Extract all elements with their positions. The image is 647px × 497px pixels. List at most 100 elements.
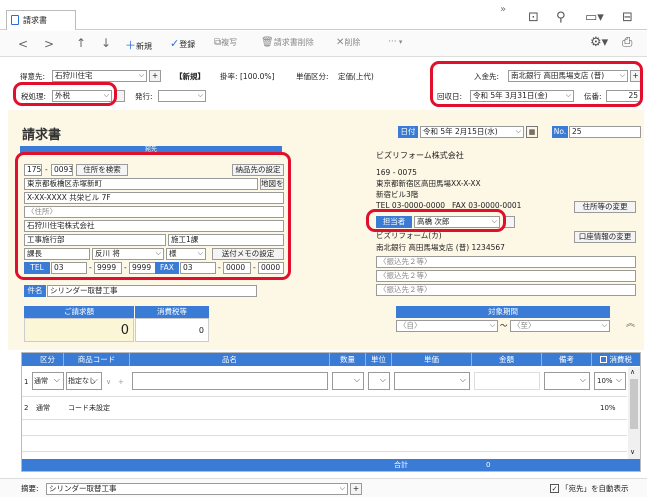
address2-input[interactable]: X-XX-XXXX 共栄ビル 7F	[24, 192, 284, 204]
fax-sep2: -	[253, 263, 256, 272]
address-change-button[interactable]: 住所等の変更	[574, 201, 636, 213]
row-tax-select[interactable]: 10%	[594, 372, 626, 390]
address3-input[interactable]: 〈住所〉	[24, 206, 284, 218]
issue-label: 発行:	[135, 92, 153, 101]
zip1-input[interactable]: 175	[24, 164, 42, 176]
rep-select[interactable]: 高橋 次郎	[414, 216, 500, 228]
row-code-minus[interactable]: ∨	[106, 377, 111, 387]
customer-select[interactable]: 石狩川住宅	[52, 70, 147, 82]
total-value: 0	[486, 461, 491, 469]
collect-date-select[interactable]: 令和 5年 3月31日(金)	[470, 90, 574, 102]
period-header: 対象期間	[396, 306, 610, 318]
window-menu-icon[interactable]: ▭▾	[585, 10, 604, 25]
print-icon[interactable]: ⎙	[622, 35, 632, 50]
collapse-icon[interactable]: ︽	[626, 316, 635, 329]
tax-settings-button[interactable]	[115, 90, 125, 102]
summary-select[interactable]: シリンダー取替工事	[46, 483, 348, 495]
back-icon[interactable]: <	[18, 37, 28, 51]
scroll-down-icon[interactable]: ∨	[630, 447, 635, 457]
contact-name-select[interactable]: 反川 将	[92, 248, 164, 260]
expand-icon[interactable]: »	[500, 4, 506, 15]
summary-add-button[interactable]: +	[350, 483, 362, 495]
col-unit: 単位	[366, 353, 392, 366]
fax2-input[interactable]: 0000	[223, 262, 251, 274]
tax-select[interactable]: 外税	[52, 90, 112, 102]
down-icon[interactable]: ↓	[101, 36, 111, 50]
period-to-select[interactable]: 〈至〉	[510, 320, 610, 332]
row-unit-select[interactable]	[368, 372, 390, 390]
deposit-add-button[interactable]: +	[630, 70, 641, 82]
date-select[interactable]: 令和 5年 2月15日(水)	[420, 126, 524, 138]
row-code-select[interactable]: 指定なし	[66, 372, 102, 390]
zip2-input[interactable]: 0093	[51, 164, 73, 176]
check-icon: ✓	[170, 37, 180, 50]
table-row[interactable]: 1 通常 指定なし ∨ + 10%	[22, 367, 627, 397]
calendar-icon[interactable]: ▦	[526, 126, 538, 138]
scroll-up-icon[interactable]: ∧	[630, 367, 635, 377]
more-button[interactable]: ··· ▾	[388, 37, 402, 47]
job-title-input[interactable]: 課長	[24, 248, 90, 260]
settings-icon[interactable]: ⚙▾	[590, 35, 608, 50]
total-label: 合計	[394, 461, 408, 469]
tel2-input[interactable]: 9999	[94, 262, 122, 274]
fax3-input[interactable]: 0000	[258, 262, 284, 274]
no-label: No.	[552, 126, 568, 138]
row-kubun-select[interactable]: 通常	[32, 372, 64, 390]
department2-input[interactable]: 施工1課	[168, 234, 284, 246]
register-button[interactable]: ✓登録	[170, 37, 195, 50]
summary-label: 摘要:	[21, 484, 39, 493]
save-window-icon[interactable]: ⊟	[622, 10, 633, 25]
auto-display-checkbox[interactable]: ✓	[550, 484, 559, 493]
up-icon[interactable]: ↑	[76, 36, 86, 50]
sender-address2: 新宿ビル3階	[376, 190, 419, 199]
note-no-input[interactable]: 25	[606, 90, 641, 102]
document-icon	[11, 15, 19, 25]
document-tab[interactable]: 請求書	[6, 10, 76, 30]
tel1-input[interactable]: 03	[51, 262, 87, 274]
column-config-icon[interactable]	[600, 356, 608, 363]
row-price-select[interactable]	[394, 372, 470, 390]
address1-input[interactable]: 東京都板橋区赤塚新町	[24, 178, 258, 190]
bank-change-button[interactable]: 口座情報の変更	[574, 231, 636, 243]
detail-table: 区分 商品コード 品名 数量 単位 単価 金額 備考 消費税 1 通常 指定なし…	[21, 352, 641, 472]
honorific-select[interactable]: 様	[166, 248, 206, 260]
row-code-plus[interactable]: +	[118, 377, 124, 387]
row-note-select[interactable]	[544, 372, 590, 390]
rep-label: 担当者	[376, 216, 412, 228]
pin-icon[interactable]: ⚲	[556, 10, 566, 25]
tax-total-value: 0	[135, 318, 209, 342]
transfer-input-2[interactable]: 〈振込先２等〉	[376, 270, 636, 282]
company-input[interactable]: 石狩川住宅株式会社	[24, 220, 284, 232]
delete-button[interactable]: ✕削除	[336, 37, 360, 48]
tel3-input[interactable]: 9999	[129, 262, 157, 274]
copy-button[interactable]: ⧉複写	[214, 37, 237, 48]
customer-add-button[interactable]: +	[149, 70, 161, 82]
forward-icon[interactable]: >	[44, 37, 54, 51]
row-kubun: 通常	[36, 404, 50, 412]
page-title: 請求書	[22, 128, 62, 143]
copy-label: 複写	[221, 38, 238, 47]
map-button[interactable]: 地図を表示	[260, 178, 284, 190]
address-search-button[interactable]: 住所を検索	[76, 164, 128, 176]
rep-add-button[interactable]	[503, 216, 515, 228]
table-row[interactable]: 2 通常 コード未設定 10%	[22, 398, 627, 418]
transfer-input-1[interactable]: 〈振込先２等〉	[376, 256, 636, 268]
subject-input[interactable]: シリンダー取替工事	[47, 285, 257, 297]
no-input[interactable]: 25	[569, 126, 641, 138]
table-scrollbar[interactable]: ∧ ∨	[628, 367, 640, 459]
delete-invoice-button[interactable]: 🗑請求書削除	[261, 37, 314, 48]
scroll-thumb[interactable]	[630, 379, 638, 429]
transfer-input-3[interactable]: 〈振込先２等〉	[376, 284, 636, 296]
memo-setting-button[interactable]: 送付メモの設定	[212, 248, 284, 260]
deposit-select[interactable]: 南北銀行 高田馬場支店 (普)	[508, 70, 628, 82]
row-qty-select[interactable]	[332, 372, 364, 390]
row-code: コード未設定	[68, 404, 110, 412]
fax1-input[interactable]: 03	[180, 262, 216, 274]
issue-select[interactable]	[158, 90, 206, 102]
delivery-setting-button[interactable]: 納品先の設定	[232, 164, 284, 176]
bookmark-icon[interactable]: ⊡	[528, 10, 539, 25]
row-name-input[interactable]	[132, 372, 328, 390]
department1-input[interactable]: 工事施行部	[24, 234, 166, 246]
new-button[interactable]: ＋新規	[125, 37, 152, 53]
period-from-select[interactable]: 〈自〉	[396, 320, 498, 332]
